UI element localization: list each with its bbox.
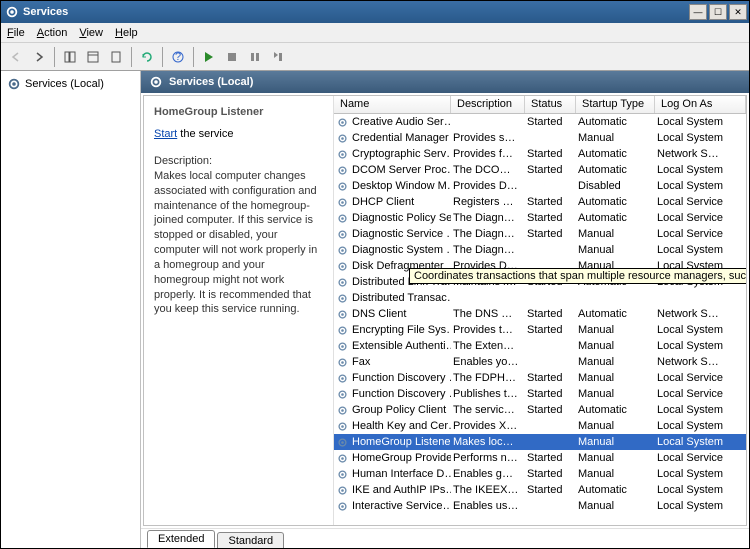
menu-view[interactable]: View: [79, 27, 103, 39]
right-pane: Services (Local) HomeGroup Listener Star…: [141, 71, 749, 548]
service-row[interactable]: Diagnostic Service …The Diagno…StartedMa…: [334, 226, 746, 242]
service-row[interactable]: Creative Audio Ser…StartedAutomaticLocal…: [334, 114, 746, 130]
service-row[interactable]: Distributed Transac…: [334, 290, 746, 306]
restart-service-button[interactable]: [267, 46, 289, 68]
show-hide-tree-button[interactable]: [59, 46, 81, 68]
service-row[interactable]: Diagnostic System …The Diagno…ManualLoca…: [334, 242, 746, 258]
tree-pane: Services (Local): [1, 71, 141, 548]
detail-panel: HomeGroup Listener Start the service Des…: [144, 96, 334, 525]
content-header: Services (Local): [141, 71, 749, 93]
service-row[interactable]: DNS ClientThe DNS Cl…StartedAutomaticNet…: [334, 306, 746, 322]
service-row[interactable]: HomeGroup ListenerMakes local…ManualLoca…: [334, 434, 746, 450]
service-row[interactable]: Encrypting File Sys…Provides th…StartedM…: [334, 322, 746, 338]
service-row[interactable]: IKE and AuthIP IPs…The IKEEX…StartedAuto…: [334, 482, 746, 498]
back-button[interactable]: [5, 46, 27, 68]
service-row[interactable]: Health Key and Cer…Provides X…ManualLoca…: [334, 418, 746, 434]
tree-node-services[interactable]: Services (Local): [5, 75, 136, 93]
service-row[interactable]: Function Discovery …Publishes t…StartedM…: [334, 386, 746, 402]
gear-icon: [149, 75, 163, 89]
col-status[interactable]: Status: [525, 96, 576, 113]
column-headers: Name Description Status Startup Type Log…: [334, 96, 746, 114]
col-name[interactable]: Name: [334, 96, 451, 113]
selected-service-name: HomeGroup Listener: [154, 106, 323, 118]
service-row[interactable]: DCOM Server Proc…The DCOM…StartedAutomat…: [334, 162, 746, 178]
tab-standard[interactable]: Standard: [217, 532, 284, 548]
properties-button[interactable]: [82, 46, 104, 68]
services-icon: [5, 5, 19, 19]
export-button[interactable]: [105, 46, 127, 68]
toolbar: ?: [1, 43, 749, 71]
maximize-button[interactable]: ☐: [709, 4, 727, 20]
menu-bar: File Action View Help: [1, 23, 749, 43]
main-area: Services (Local) Services (Local) HomeGr…: [1, 71, 749, 548]
svg-text:?: ?: [175, 51, 181, 63]
service-row[interactable]: Desktop Window M…Provides D…DisabledLoca…: [334, 178, 746, 194]
gear-icon: [7, 77, 21, 91]
service-row[interactable]: Human Interface D…Enables ge…StartedManu…: [334, 466, 746, 482]
col-description[interactable]: Description: [451, 96, 525, 113]
menu-action[interactable]: Action: [37, 27, 68, 39]
service-row[interactable]: Credential ManagerProvides s…ManualLocal…: [334, 130, 746, 146]
stop-service-button[interactable]: [221, 46, 243, 68]
service-row[interactable]: Extensible Authenti…The Extens…ManualLoc…: [334, 338, 746, 354]
service-row[interactable]: DHCP ClientRegisters a…StartedAutomaticL…: [334, 194, 746, 210]
help-button[interactable]: ?: [167, 46, 189, 68]
col-logon[interactable]: Log On As: [655, 96, 746, 113]
service-row[interactable]: Diagnostic Policy Se…The Diagno…StartedA…: [334, 210, 746, 226]
refresh-button[interactable]: [136, 46, 158, 68]
title-bar: Services — ☐ ✕: [1, 1, 749, 23]
service-row[interactable]: Cryptographic Serv…Provides fo…StartedAu…: [334, 146, 746, 162]
window-title: Services: [23, 6, 687, 18]
content-title: Services (Local): [169, 76, 253, 88]
close-button[interactable]: ✕: [729, 4, 747, 20]
menu-file[interactable]: File: [7, 27, 25, 39]
service-action: Start the service: [154, 128, 323, 140]
service-row[interactable]: Group Policy ClientThe servic…StartedAut…: [334, 402, 746, 418]
forward-button[interactable]: [28, 46, 50, 68]
menu-help[interactable]: Help: [115, 27, 138, 39]
start-link[interactable]: Start: [154, 128, 177, 140]
start-service-button[interactable]: [198, 46, 220, 68]
service-list: Name Description Status Startup Type Log…: [334, 96, 746, 525]
minimize-button[interactable]: —: [689, 4, 707, 20]
view-tabs: Extended Standard: [141, 528, 749, 548]
tab-extended[interactable]: Extended: [147, 530, 215, 548]
tree-node-label: Services (Local): [25, 78, 104, 90]
tooltip: Coordinates transactions that span multi…: [409, 268, 746, 284]
service-row[interactable]: Interactive Service…Enables us…ManualLoc…: [334, 498, 746, 514]
service-row[interactable]: Function Discovery …The FDPH…StartedManu…: [334, 370, 746, 386]
service-row[interactable]: FaxEnables yo…ManualNetwork S…: [334, 354, 746, 370]
service-row[interactable]: HomeGroup ProviderPerforms n…StartedManu…: [334, 450, 746, 466]
pause-service-button[interactable]: [244, 46, 266, 68]
col-startup[interactable]: Startup Type: [576, 96, 655, 113]
service-description: Description: Makes local computer change…: [154, 154, 323, 317]
